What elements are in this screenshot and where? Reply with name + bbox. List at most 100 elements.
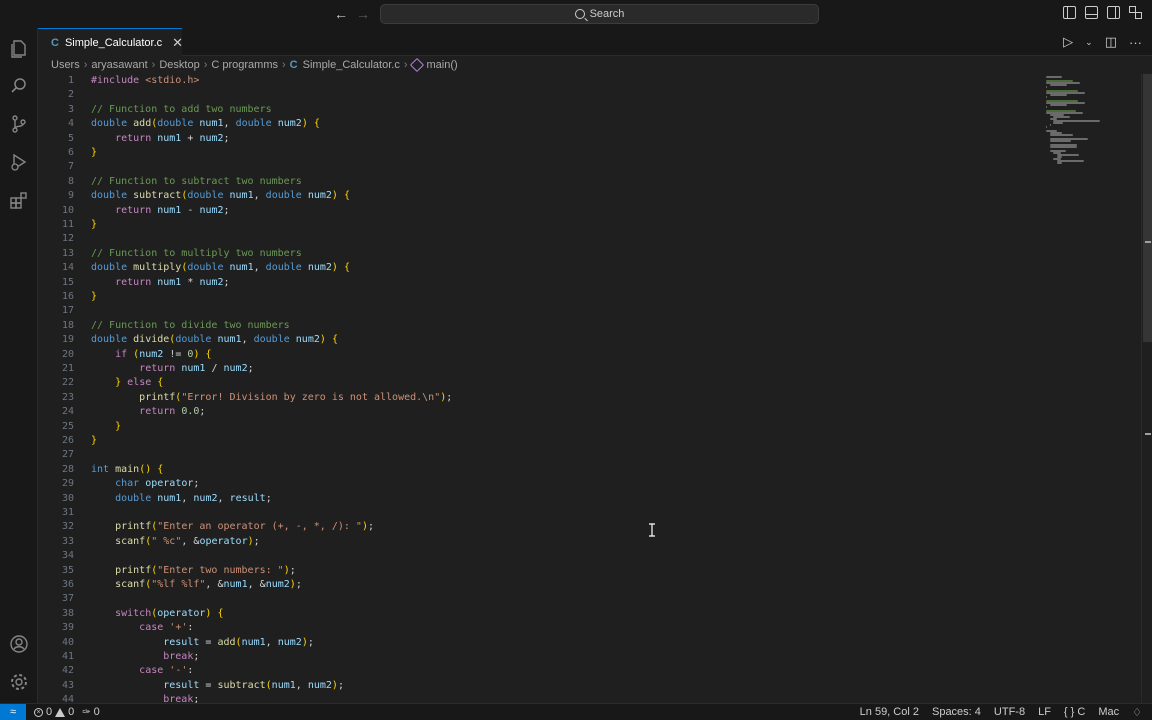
explorer-icon[interactable]	[9, 38, 29, 58]
ports-indicator[interactable]: ✑ 0	[82, 706, 100, 718]
code-line[interactable]: result = add(num1, num2);	[91, 636, 314, 650]
toggle-primary-sidebar-icon[interactable]	[1063, 6, 1076, 19]
code-line[interactable]: // Function to add two numbers	[91, 103, 272, 117]
code-line[interactable]: }	[91, 290, 97, 304]
code-line[interactable]: printf("Enter an operator (+, -, *, /): …	[91, 520, 374, 534]
line-number: 22	[61, 377, 74, 389]
line-number: 42	[61, 665, 74, 677]
indentation[interactable]: Spaces: 4	[932, 706, 981, 718]
account-icon[interactable]	[9, 634, 29, 654]
code-line[interactable]: scanf("%lf %lf", &num1, &num2);	[91, 578, 302, 592]
line-number: 11	[61, 219, 74, 230]
more-actions-icon[interactable]: ···	[1129, 35, 1142, 50]
gear-icon[interactable]	[9, 672, 29, 692]
breadcrumb-item[interactable]: Users	[51, 59, 80, 71]
code-line[interactable]: scanf(" %c", &operator);	[91, 535, 260, 549]
code-line[interactable]: } else {	[91, 376, 163, 390]
bell-icon[interactable]: ♢	[1132, 706, 1142, 719]
code-line[interactable]: double subtract(double num1, double num2…	[91, 189, 350, 203]
code-line[interactable]: double add(double num1, double num2) {	[91, 117, 320, 131]
encoding[interactable]: UTF-8	[994, 706, 1025, 718]
toggle-panel-icon[interactable]	[1085, 6, 1098, 19]
code-line[interactable]: break;	[91, 693, 199, 703]
code-line[interactable]: case '+':	[91, 621, 193, 635]
vertical-scrollbar[interactable]	[1141, 74, 1152, 703]
minimap-line	[1046, 86, 1047, 88]
breadcrumb: Users › aryasawant › Desktop › C program…	[38, 56, 1152, 74]
code-line[interactable]: #include <stdio.h>	[91, 74, 199, 88]
scrollbar-thumb[interactable]	[1143, 74, 1152, 342]
code-line[interactable]: result = subtract(num1, num2);	[91, 679, 344, 693]
customize-layout-icon[interactable]	[1129, 6, 1142, 19]
code-line[interactable]: }	[91, 420, 121, 434]
split-editor-icon[interactable]: ◫	[1105, 34, 1117, 50]
breadcrumb-item[interactable]: C programms	[211, 59, 278, 71]
code-line[interactable]: // Function to subtract two numbers	[91, 175, 302, 189]
line-number: 26	[61, 435, 74, 446]
code-editor[interactable]: 1 2 3 4 5 6 7 8 9 10 11 12 13 14 15 16 17 18 19 20 21 22 23 24 2…	[38, 74, 1152, 703]
breadcrumb-item[interactable]: Desktop	[159, 59, 199, 71]
line-number: 30	[61, 492, 74, 504]
code-line[interactable]: // Function to divide two numbers	[91, 319, 290, 333]
toggle-secondary-sidebar-icon[interactable]	[1107, 6, 1120, 19]
code-line[interactable]: return 0.0;	[91, 405, 205, 419]
code-line[interactable]: double num1, num2, result;	[91, 492, 272, 506]
code-line[interactable]: }	[91, 434, 97, 448]
code-line[interactable]: switch(operator) {	[91, 607, 223, 621]
code-line[interactable]: return num1 / num2;	[91, 362, 253, 376]
end-of-line[interactable]: LF	[1038, 706, 1051, 718]
line-number: 8	[67, 175, 74, 187]
line-number: 3	[67, 103, 74, 115]
language-mode[interactable]: { } C	[1064, 706, 1085, 718]
line-number: 44	[61, 694, 74, 703]
search-icon	[574, 9, 585, 19]
breadcrumb-file[interactable]: Simple_Calculator.c	[303, 59, 400, 71]
line-number: 37	[61, 593, 74, 605]
platform[interactable]: Mac	[1098, 706, 1119, 718]
chevron-right-icon: ›	[403, 59, 408, 71]
code-line[interactable]: if (num2 != 0) {	[91, 348, 211, 362]
code-line[interactable]: int main() {	[91, 463, 163, 477]
run-and-debug-icon[interactable]	[9, 152, 29, 172]
code-line[interactable]: case '-':	[91, 664, 193, 678]
chevron-down-icon[interactable]: ⌄	[1085, 37, 1093, 48]
line-number: 15	[61, 276, 74, 288]
code-line[interactable]: break;	[91, 650, 199, 664]
line-number: 32	[61, 521, 74, 533]
code-line[interactable]: }	[91, 146, 97, 160]
breadcrumb-symbol[interactable]: main()	[427, 59, 458, 71]
code-line[interactable]: double multiply(double num1, double num2…	[91, 261, 350, 275]
code-line[interactable]: }	[91, 218, 97, 232]
run-icon[interactable]: ▷	[1063, 34, 1073, 50]
line-number: 20	[61, 348, 74, 360]
tab-simple-calculator[interactable]: C Simple_Calculator.c ✕	[38, 28, 183, 56]
remote-indicator-icon[interactable]: ≈	[0, 703, 26, 720]
minimap-line	[1049, 146, 1078, 148]
code-line[interactable]: printf("Enter two numbers: ");	[91, 564, 296, 578]
code-line[interactable]: double divide(double num1, double num2) …	[91, 333, 338, 347]
close-icon[interactable]: ✕	[172, 35, 183, 51]
breadcrumb-item[interactable]: aryasawant	[91, 59, 147, 71]
arrow-left-icon[interactable]: ←	[332, 5, 350, 23]
arrow-right-icon[interactable]: →	[354, 5, 372, 23]
extensions-icon[interactable]	[9, 190, 29, 210]
line-number: 4	[67, 118, 74, 130]
code-line[interactable]: return num1 + num2;	[91, 132, 229, 146]
problems-indicator[interactable]: × 0 0	[34, 706, 74, 718]
minimap[interactable]	[1046, 74, 1138, 703]
line-number: 29	[61, 478, 74, 490]
line-number: 17	[61, 305, 74, 317]
code-line[interactable]: printf("Error! Division by zero is not a…	[91, 391, 452, 405]
search-icon[interactable]	[9, 76, 29, 96]
source-control-icon[interactable]	[9, 114, 29, 134]
code-line[interactable]: // Function to multiply two numbers	[91, 247, 302, 261]
code-line[interactable]: return num1 - num2;	[91, 204, 229, 218]
cursor-position[interactable]: Ln 59, Col 2	[860, 706, 919, 718]
code-line[interactable]: char operator;	[91, 477, 199, 491]
line-number: 25	[61, 420, 74, 432]
error-count: 0	[46, 706, 53, 718]
line-number: 9	[67, 190, 74, 202]
code-line[interactable]: return num1 * num2;	[91, 276, 229, 290]
command-center-search[interactable]: Search	[380, 4, 819, 24]
search-label: Search	[589, 8, 625, 20]
